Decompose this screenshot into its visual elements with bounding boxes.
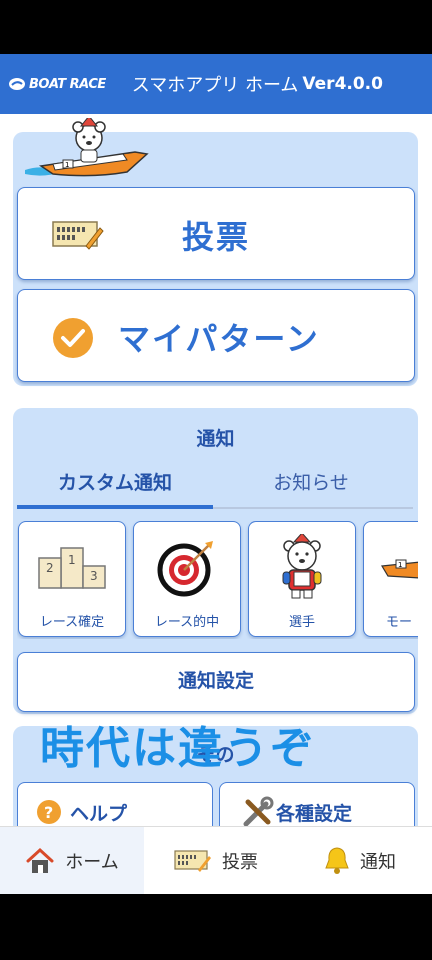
svg-text:2: 2	[46, 561, 54, 575]
status-bar	[0, 0, 432, 54]
svg-text:1: 1	[398, 561, 402, 569]
page-title: スマホアプリ ホーム	[131, 75, 299, 96]
settings-label: 各種設定	[276, 802, 353, 825]
help-label: ヘルプ	[70, 802, 128, 825]
tab-divider	[213, 507, 413, 509]
check-circle-icon	[53, 318, 93, 358]
boat-logo-icon	[9, 78, 25, 90]
vote-button[interactable]: 投票	[17, 187, 415, 280]
settings-button[interactable]: 各種設定	[219, 782, 415, 826]
bear-boat-mascot-icon: 1	[25, 118, 149, 177]
boat-icon: 1	[381, 559, 418, 579]
my-pattern-label: マイパターン	[118, 320, 320, 358]
svg-text:1: 1	[65, 161, 69, 169]
racer-card[interactable]: 選手	[248, 521, 356, 637]
target-icon	[157, 541, 213, 597]
notification-panel: 通知 カスタム通知 お知らせ 1 2 3 レース確定 レース的中 選手 1 モー…	[13, 408, 418, 714]
nav-notification-label: 通知	[360, 851, 396, 873]
notification-title: 通知	[196, 428, 235, 450]
svg-text:3: 3	[90, 569, 98, 583]
svg-text:1: 1	[68, 553, 76, 567]
nav-vote[interactable]: 投票	[144, 827, 288, 894]
ticket-icon	[52, 221, 104, 250]
other-title: その	[196, 744, 235, 766]
help-button[interactable]: ? ヘルプ	[17, 782, 213, 826]
notification-card-list[interactable]: 1 2 3 レース確定 レース的中 選手 1 モー	[17, 521, 418, 639]
active-tab-indicator	[17, 505, 213, 509]
home-content: 1 投票 マイパターン 通知 カスタム通知 お知らせ 1 2 3 レース確定 レ…	[0, 114, 432, 826]
race-hit-card[interactable]: レース的中	[133, 521, 241, 637]
bell-icon	[325, 846, 349, 874]
tab-custom-notification[interactable]: カスタム通知	[17, 468, 213, 495]
vote-label: 投票	[182, 218, 251, 256]
notification-settings-button[interactable]: 通知設定	[17, 652, 415, 712]
nav-vote-label: 投票	[222, 851, 258, 873]
ticket-icon	[174, 849, 211, 872]
logo-text: BOAT RACE	[29, 76, 106, 92]
system-navigation-bar	[0, 894, 432, 960]
podium-icon: 1 2 3	[38, 547, 106, 589]
race-confirmed-card[interactable]: 1 2 3 レース確定	[18, 521, 126, 637]
home-icon	[26, 847, 54, 873]
motor-card[interactable]: 1 モー	[363, 521, 418, 637]
card-label: レース確定	[39, 615, 105, 630]
tab-news[interactable]: お知らせ	[213, 468, 409, 495]
bottom-navigation: ホーム 投票 通知	[0, 826, 432, 894]
app-header: BOAT RACE スマホアプリ ホーム Ver4.0.0	[0, 54, 432, 114]
svg-text:?: ?	[44, 803, 53, 822]
app-version: Ver4.0.0	[302, 74, 383, 94]
card-label: レース的中	[154, 615, 220, 630]
other-panel: その ? ヘルプ 各種設定	[13, 726, 418, 826]
main-panel: 1 投票 マイパターン	[13, 118, 418, 386]
nav-home-label: ホーム	[65, 851, 119, 873]
my-pattern-button[interactable]: マイパターン	[17, 289, 415, 382]
help-icon: ?	[37, 800, 61, 824]
boatrace-logo: BOAT RACE	[8, 77, 106, 92]
tools-icon	[243, 796, 274, 826]
bear-racer-icon	[282, 534, 322, 599]
card-label: 選手	[288, 615, 315, 630]
nav-home[interactable]: ホーム	[0, 827, 144, 894]
nav-notification[interactable]: 通知	[288, 827, 432, 894]
card-label: モー	[386, 615, 413, 630]
